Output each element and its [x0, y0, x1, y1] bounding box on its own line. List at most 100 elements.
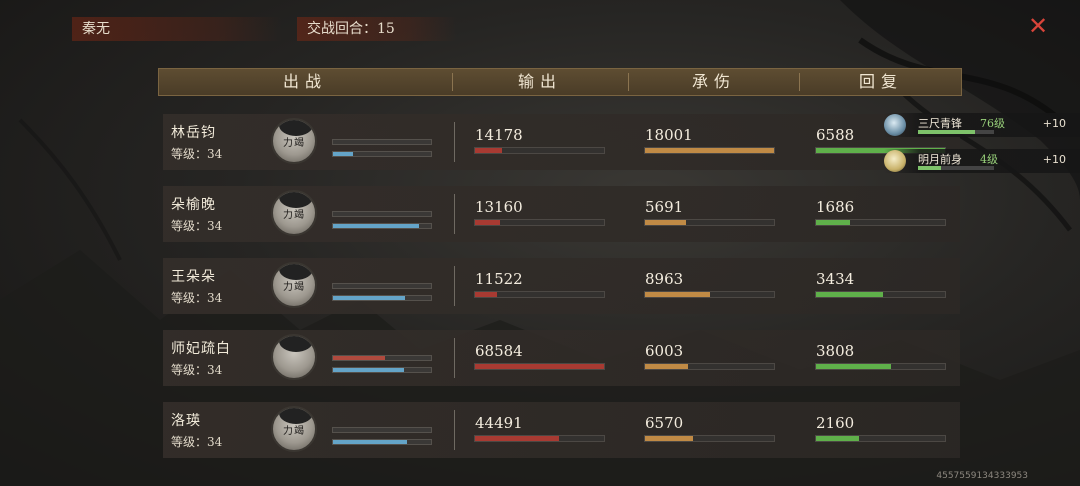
- damage-taken-value: 6003: [645, 342, 684, 360]
- exhausted-stamp: 力竭: [283, 426, 305, 437]
- damage-taken-value: 6570: [645, 414, 684, 432]
- output-bar: [474, 291, 605, 298]
- fighter-level: 等级：34: [171, 435, 223, 449]
- fighter-name: 王朵朵: [171, 269, 216, 285]
- output-bar-fill: [475, 148, 503, 153]
- mp-bar-fill: [333, 152, 353, 156]
- buff-name: 明月前身: [918, 153, 962, 166]
- damage-taken-bar-fill: [645, 364, 688, 369]
- buff-bonus: +10: [1042, 153, 1066, 166]
- fighter-row[interactable]: 林岳钧 等级：34 力竭 14178 18001 6588: [163, 114, 960, 170]
- footer-id: 4557559134333953: [936, 471, 1028, 481]
- mp-bar: [332, 151, 432, 157]
- damage-taken-bar: [644, 291, 775, 298]
- output-bar-fill: [475, 364, 604, 369]
- damage-taken-value: 8963: [645, 270, 684, 288]
- buff-name: 三尺青锋: [918, 117, 962, 130]
- mp-bar: [332, 439, 432, 445]
- buff-progress-bar: [918, 166, 994, 170]
- header-output: 输出: [517, 72, 562, 91]
- mp-bar-fill: [333, 440, 408, 444]
- fighter-name: 朵榆晚: [171, 197, 216, 213]
- hp-bar: [332, 427, 432, 433]
- fighter-row[interactable]: 朵榆晚 等级：34 力竭 13160 5691 1686: [163, 186, 960, 242]
- fighter-name: 师妃疏白: [171, 341, 231, 357]
- buff-level: 4级: [980, 153, 998, 166]
- exhausted-stamp: 力竭: [283, 138, 305, 149]
- buff-item[interactable]: 三尺青锋 76级 +10: [884, 113, 1080, 137]
- output-bar-fill: [475, 220, 500, 225]
- mp-bar-fill: [333, 368, 404, 372]
- row-divider: [454, 338, 455, 378]
- healing-value: 6588: [816, 126, 855, 144]
- healing-bar-fill: [816, 220, 850, 225]
- avatar: 力竭: [271, 190, 317, 236]
- output-bar: [474, 147, 605, 154]
- buff-progress-fill: [918, 166, 941, 170]
- hp-bar: [332, 283, 432, 289]
- row-divider: [454, 194, 455, 234]
- fighter-row[interactable]: 王朵朵 等级：34 力竭 11522 8963 3434: [163, 258, 960, 314]
- mp-bar-fill: [333, 224, 420, 228]
- mp-bar: [332, 295, 432, 301]
- healing-value: 1686: [816, 198, 855, 216]
- damage-taken-bar: [644, 363, 775, 370]
- fighter-name: 洛瑛: [171, 413, 201, 429]
- header-fighter: 出战: [282, 72, 327, 91]
- fighter-level: 等级：34: [171, 219, 223, 233]
- fighter-level: 等级：34: [171, 147, 223, 161]
- healing-bar: [815, 435, 946, 442]
- fighter-row[interactable]: 师妃疏白 等级：34 68584 6003 3808: [163, 330, 960, 386]
- avatar: 力竭: [271, 262, 317, 308]
- fighter-name: 林岳钧: [171, 125, 216, 141]
- header-damage-taken: 承伤: [691, 72, 736, 91]
- hp-bar: [332, 211, 432, 217]
- hp-bar: [332, 355, 432, 361]
- avatar: [271, 334, 317, 380]
- output-bar: [474, 363, 605, 370]
- damage-taken-bar: [644, 219, 775, 226]
- healing-value: 3808: [816, 342, 855, 360]
- output-bar: [474, 435, 605, 442]
- round-counter: 交战回合：15: [307, 21, 395, 37]
- damage-taken-bar-fill: [645, 148, 774, 153]
- row-divider: [454, 122, 455, 162]
- fighter-level: 等级：34: [171, 363, 223, 377]
- row-divider: [454, 410, 455, 450]
- damage-taken-value: 5691: [645, 198, 684, 216]
- damage-taken-bar: [644, 147, 775, 154]
- output-value: 44491: [475, 414, 523, 432]
- mp-bar: [332, 223, 432, 229]
- healing-value: 3434: [816, 270, 855, 288]
- buff-item[interactable]: 明月前身 4级 +10: [884, 149, 1080, 173]
- output-value: 68584: [475, 342, 523, 360]
- healing-bar: [815, 363, 946, 370]
- mp-bar: [332, 367, 432, 373]
- column-header-bar: 出战 输出 承伤 回复: [158, 68, 962, 96]
- buff-progress-fill: [918, 130, 975, 134]
- output-value: 14178: [475, 126, 523, 144]
- output-value: 13160: [475, 198, 523, 216]
- healing-bar: [815, 291, 946, 298]
- damage-taken-bar-fill: [645, 220, 687, 225]
- close-icon[interactable]: ✕: [1026, 14, 1050, 38]
- healing-bar: [815, 219, 946, 226]
- avatar-hair: [279, 336, 313, 352]
- healing-value: 2160: [816, 414, 855, 432]
- player-name: 秦无: [82, 21, 110, 37]
- output-bar-fill: [475, 436, 559, 441]
- avatar: 力竭: [271, 406, 317, 452]
- header-healing: 回复: [858, 72, 903, 91]
- output-value: 11522: [475, 270, 523, 288]
- avatar: 力竭: [271, 118, 317, 164]
- healing-bar-fill: [816, 364, 891, 369]
- hp-bar: [332, 139, 432, 145]
- buff-level: 76级: [980, 117, 1005, 130]
- output-bar-fill: [475, 292, 497, 297]
- fighter-row[interactable]: 洛瑛 等级：34 力竭 44491 6570 2160: [163, 402, 960, 458]
- buff-bonus: +10: [1042, 117, 1066, 130]
- round-counter-tag: 交战回合：15: [297, 17, 457, 41]
- output-bar: [474, 219, 605, 226]
- healing-bar-fill: [816, 436, 859, 441]
- player-name-tag: 秦无: [72, 17, 282, 41]
